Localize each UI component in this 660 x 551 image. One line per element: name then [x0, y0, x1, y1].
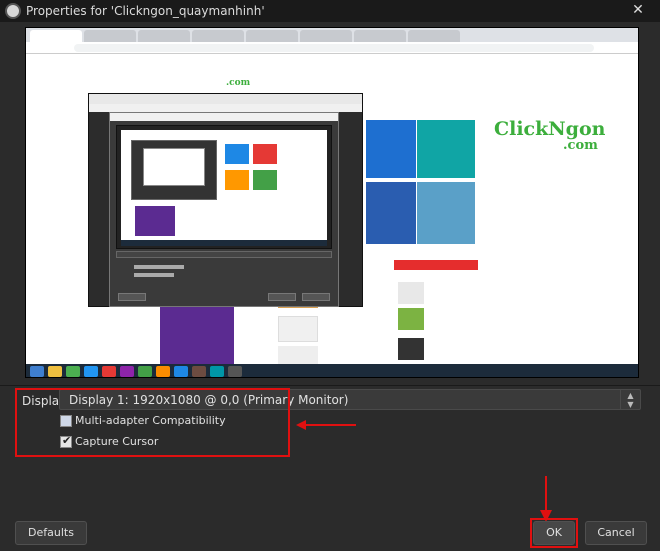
nested-dialog-title: [110, 113, 338, 121]
nested-thumbnail: [225, 144, 249, 164]
ok-button[interactable]: OK: [533, 521, 575, 545]
browser-tab: [30, 30, 82, 42]
browser-tab: [300, 30, 352, 42]
browser-tab: [408, 30, 460, 42]
browser-tab: [84, 30, 136, 42]
article-thumbnail: [398, 282, 424, 304]
taskbar-app-icon: [156, 366, 170, 377]
nested-title-bar: [89, 94, 362, 104]
nested-thumbnail: [253, 144, 277, 164]
taskbar-app-icon: [48, 366, 62, 377]
taskbar-app-icon: [84, 366, 98, 377]
article-thumbnail: [398, 338, 424, 360]
nested-thumbnail: [253, 170, 277, 190]
updown-arrows-icon[interactable]: ▲ ▼: [620, 390, 640, 409]
windows-taskbar: [26, 364, 638, 377]
nested-display-select: [116, 251, 332, 258]
nested-defaults-button: [118, 293, 146, 301]
cancel-button[interactable]: Cancel: [585, 521, 647, 545]
close-icon[interactable]: ✕: [616, 0, 660, 22]
title-bar: Properties for 'Clickngon_quaymanhinh' ✕: [0, 0, 660, 22]
article-thumbnail: [278, 346, 318, 366]
clickngon-watermark: ClickNgon: [494, 118, 606, 140]
annotation-arrow-down: [540, 476, 552, 522]
taskbar-app-icon: [102, 366, 116, 377]
start-icon: [30, 366, 44, 377]
browser-address-bar: [26, 42, 638, 54]
defaults-button[interactable]: Defaults: [15, 521, 87, 545]
clickngon-watermark-com: .com: [563, 138, 598, 153]
taskbar-app-icon: [228, 366, 242, 377]
nested-checkbox: [134, 265, 184, 269]
nested-obs-window: [88, 93, 363, 307]
article-thumbnail: [417, 182, 475, 244]
nested-desktop: [121, 130, 327, 240]
browser-tab: [354, 30, 406, 42]
article-thumbnail: [417, 120, 475, 178]
taskbar-app-icon: [174, 366, 188, 377]
taskbar-app-icon: [120, 366, 134, 377]
divider: [0, 385, 660, 386]
nested-ok-button: [268, 293, 296, 301]
nested-checkbox: [134, 273, 174, 277]
url-field: [74, 44, 594, 52]
website-page: .com ClickNgon .com: [26, 54, 638, 366]
site-logo: .com: [226, 78, 251, 88]
source-preview: .com ClickNgon .com: [25, 27, 639, 378]
nested-window: [143, 148, 205, 186]
article-thumbnail: [398, 308, 424, 330]
annotation-arrow-left: [296, 420, 356, 430]
nested-cancel-button: [302, 293, 330, 301]
nested-cpu-z-thumbnail: [135, 206, 175, 236]
taskbar-app-icon: [192, 366, 206, 377]
nested-taskbar: [121, 240, 327, 246]
nested-preview: [116, 125, 332, 249]
article-thumbnail: [366, 120, 416, 178]
nested-properties-dialog: [109, 112, 339, 307]
browser-tab: [246, 30, 298, 42]
window-title: Properties for 'Clickngon_quaymanhinh': [26, 4, 265, 18]
nested-thumbnail: [225, 170, 249, 190]
section-header: [394, 260, 478, 270]
article-thumbnail: [366, 182, 416, 244]
browser-tab-strip: [26, 28, 638, 42]
browser-tab: [138, 30, 190, 42]
nested-menu-bar: [89, 104, 362, 112]
taskbar-app-icon: [210, 366, 224, 377]
obs-icon: [5, 3, 21, 19]
annotation-highlight-box: [15, 388, 290, 457]
taskbar-app-icon: [66, 366, 80, 377]
browser-tab: [192, 30, 244, 42]
taskbar-app-icon: [138, 366, 152, 377]
article-thumbnail: [278, 316, 318, 342]
